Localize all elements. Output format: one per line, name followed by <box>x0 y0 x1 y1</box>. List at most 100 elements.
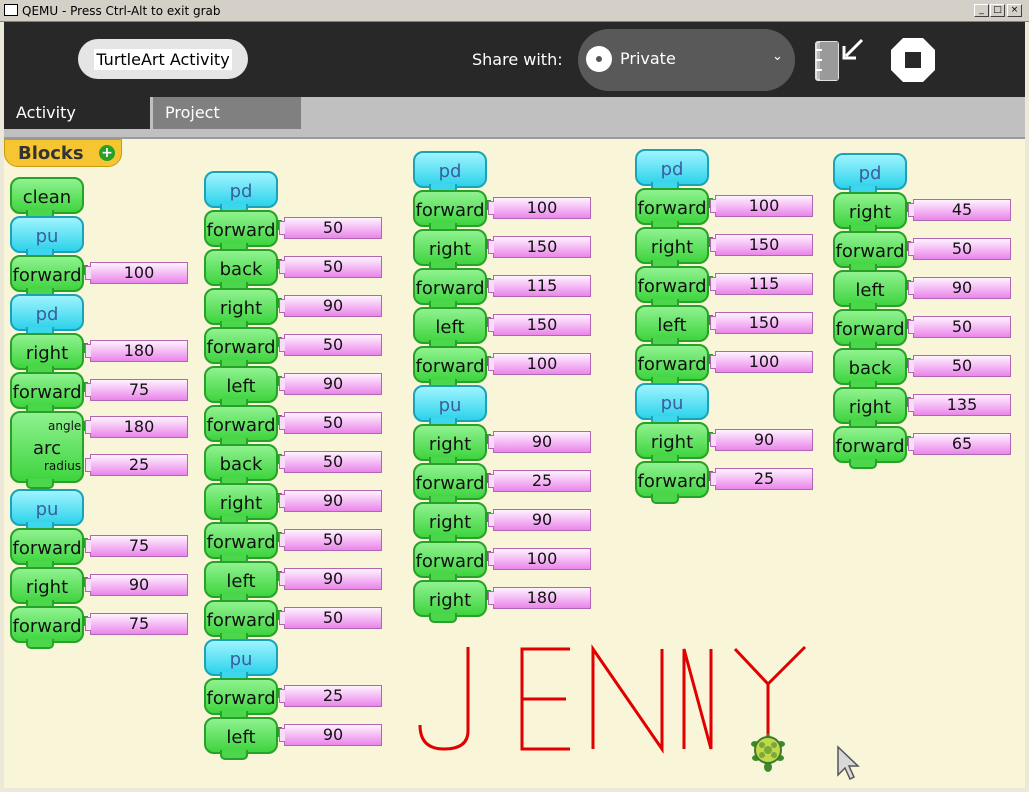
block-right[interactable]: right <box>635 227 713 270</box>
number-argument[interactable]: 100 <box>85 262 188 284</box>
number-argument[interactable]: 90 <box>279 724 382 746</box>
block-forward[interactable]: forward <box>10 372 88 415</box>
share-with-combo[interactable]: Private ⌄ <box>578 29 795 91</box>
block-forward[interactable]: forward <box>635 266 713 309</box>
keep-to-journal-icon[interactable] <box>810 36 870 86</box>
maximize-button[interactable]: □ <box>990 4 1005 17</box>
block-forward[interactable]: forward <box>204 210 282 253</box>
block-right[interactable]: right <box>413 424 491 467</box>
block-back[interactable]: back <box>204 249 282 292</box>
number-argument[interactable]: 90 <box>488 431 591 453</box>
number-argument[interactable]: 50 <box>279 256 382 278</box>
block-forward[interactable]: forward <box>204 405 282 448</box>
number-argument[interactable]: 100 <box>710 195 813 217</box>
number-argument[interactable]: 100 <box>710 351 813 373</box>
block-forward[interactable]: forward <box>635 344 713 387</box>
block-forward[interactable]: forward <box>413 268 491 311</box>
number-argument[interactable]: 50 <box>908 355 1011 377</box>
number-argument[interactable]: 90 <box>279 568 382 590</box>
block-forward[interactable]: forward <box>413 541 491 584</box>
block-right[interactable]: right <box>204 483 282 526</box>
number-argument[interactable]: 25 <box>279 685 382 707</box>
block-right[interactable]: right <box>413 580 491 623</box>
block-forward[interactable]: forward <box>10 606 88 649</box>
block-right[interactable]: right <box>413 229 491 272</box>
tab-project[interactable]: Project <box>153 97 301 129</box>
block-left[interactable]: left <box>204 366 282 409</box>
block-pu[interactable]: pu <box>204 639 278 682</box>
block-pd[interactable]: pd <box>635 149 709 192</box>
block-forward[interactable]: forward <box>204 522 282 565</box>
number-argument[interactable]: 180 <box>488 587 591 609</box>
block-pu[interactable]: pu <box>413 385 487 428</box>
number-argument[interactable]: 50 <box>279 607 382 629</box>
plus-icon[interactable]: + <box>99 145 115 161</box>
number-argument[interactable]: 25 <box>85 454 188 476</box>
block-pd[interactable]: pd <box>833 153 907 196</box>
block-right[interactable]: right <box>833 387 911 430</box>
block-forward[interactable]: forward <box>413 346 491 389</box>
number-argument[interactable]: 100 <box>488 353 591 375</box>
block-back[interactable]: back <box>833 348 911 391</box>
block-left[interactable]: left <box>204 717 282 760</box>
number-argument[interactable]: 45 <box>908 199 1011 221</box>
block-forward[interactable]: forward <box>833 231 911 274</box>
block-forward[interactable]: forward <box>204 327 282 370</box>
number-argument[interactable]: 25 <box>488 470 591 492</box>
close-button[interactable]: × <box>1007 4 1022 17</box>
block-forward[interactable]: forward <box>833 309 911 352</box>
number-argument[interactable]: 75 <box>85 535 188 557</box>
block-pd[interactable]: pd <box>413 151 487 194</box>
block-right[interactable]: right <box>635 422 713 465</box>
number-argument[interactable]: 50 <box>279 412 382 434</box>
block-right[interactable]: right <box>413 502 491 545</box>
number-argument[interactable]: 100 <box>488 197 591 219</box>
block-right[interactable]: right <box>204 288 282 331</box>
number-argument[interactable]: 135 <box>908 394 1011 416</box>
number-argument[interactable]: 90 <box>908 277 1011 299</box>
number-argument[interactable]: 180 <box>85 416 188 438</box>
block-forward[interactable]: forward <box>413 463 491 506</box>
number-argument[interactable]: 150 <box>488 236 591 258</box>
stop-icon[interactable] <box>889 36 937 84</box>
number-argument[interactable]: 50 <box>279 334 382 356</box>
number-argument[interactable]: 90 <box>279 490 382 512</box>
block-clean[interactable]: clean <box>10 177 84 220</box>
number-argument[interactable]: 150 <box>710 234 813 256</box>
number-argument[interactable]: 75 <box>85 613 188 635</box>
number-argument[interactable]: 50 <box>279 451 382 473</box>
minimize-button[interactable]: _ <box>974 4 989 17</box>
block-pu[interactable]: pu <box>10 489 84 532</box>
block-forward[interactable]: forward <box>833 426 911 469</box>
number-argument[interactable]: 100 <box>488 548 591 570</box>
block-left[interactable]: left <box>204 561 282 604</box>
block-forward[interactable]: forward <box>204 678 282 721</box>
block-pu[interactable]: pu <box>10 216 84 259</box>
number-argument[interactable]: 90 <box>710 429 813 451</box>
block-forward[interactable]: forward <box>635 461 713 504</box>
number-argument[interactable]: 90 <box>279 373 382 395</box>
block-left[interactable]: left <box>833 270 911 313</box>
block-right[interactable]: right <box>10 567 88 610</box>
number-argument[interactable]: 90 <box>85 574 188 596</box>
number-argument[interactable]: 25 <box>710 468 813 490</box>
block-forward[interactable]: forward <box>635 188 713 231</box>
block-forward[interactable]: forward <box>413 190 491 233</box>
number-argument[interactable]: 115 <box>488 275 591 297</box>
number-argument[interactable]: 150 <box>710 312 813 334</box>
number-argument[interactable]: 50 <box>908 238 1011 260</box>
number-argument[interactable]: 150 <box>488 314 591 336</box>
number-argument[interactable]: 90 <box>279 295 382 317</box>
block-left[interactable]: left <box>413 307 491 350</box>
block-back[interactable]: back <box>204 444 282 487</box>
number-argument[interactable]: 180 <box>85 340 188 362</box>
tab-activity[interactable]: Activity <box>4 97 150 129</box>
turtle-canvas[interactable]: Blocks + clean pu forward 100 pd right 180 forw… <box>4 137 1025 788</box>
block-forward[interactable]: forward <box>10 255 88 298</box>
activity-title-field[interactable]: TurtleArt Activity <box>78 39 248 79</box>
block-pd[interactable]: pd <box>204 171 278 214</box>
block-forward[interactable]: forward <box>204 600 282 643</box>
number-argument[interactable]: 115 <box>710 273 813 295</box>
block-pd[interactable]: pd <box>10 294 84 337</box>
number-argument[interactable]: 90 <box>488 509 591 531</box>
